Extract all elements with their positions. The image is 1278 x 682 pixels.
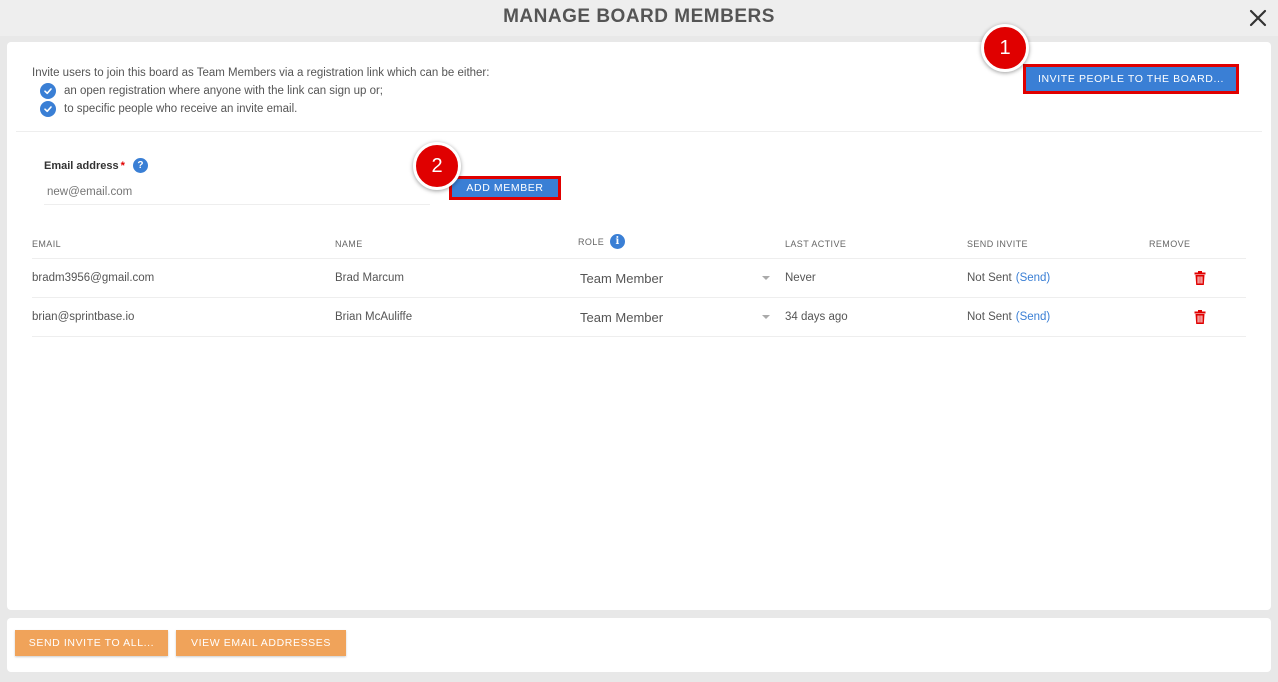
row-email: brian@sprintbase.io: [32, 311, 135, 323]
email-field[interactable]: [44, 180, 430, 205]
info-icon[interactable]: i: [610, 234, 626, 249]
invite-people-button[interactable]: INVITE PEOPLE TO THE BOARD...: [1023, 64, 1239, 94]
intro-section: Invite users to join this board as Team …: [32, 64, 489, 118]
chevron-down-icon: [762, 315, 770, 319]
step-marker-1: 1: [981, 24, 1029, 72]
row-send-invite: Not Sent (Send): [967, 311, 1050, 323]
trash-icon[interactable]: [1194, 310, 1206, 324]
intro-bullet: to specific people who receive an invite…: [40, 100, 489, 118]
section-divider: [16, 131, 1262, 132]
send-link[interactable]: (Send): [1016, 272, 1051, 284]
header-role-text: ROLE: [578, 236, 605, 247]
check-icon: [40, 83, 56, 99]
row-last-active: Never: [785, 272, 816, 284]
intro-bullet-text: to specific people who receive an invite…: [64, 103, 298, 115]
check-icon: [40, 101, 56, 117]
row-last-active: 34 days ago: [785, 311, 848, 323]
role-value: Team Member: [580, 309, 664, 325]
step-marker-2: 2: [413, 142, 461, 190]
email-field-label: Email address * ?: [44, 158, 148, 173]
header-send-invite: SEND INVITE: [967, 239, 1028, 249]
intro-bullet-text: an open registration where anyone with t…: [64, 85, 384, 97]
send-invite-to-all-button[interactable]: SEND INVITE TO ALL...: [15, 630, 168, 656]
row-name: Brad Marcum: [335, 272, 405, 284]
header-remove: REMOVE: [1149, 239, 1191, 249]
send-link[interactable]: (Send): [1016, 311, 1051, 323]
dialog-header: MANAGE BOARD MEMBERS: [0, 0, 1278, 36]
table-row: bradm3956@gmail.com Brad Marcum Team Mem…: [32, 259, 1246, 298]
dialog-title: MANAGE BOARD MEMBERS: [503, 6, 775, 27]
table-header: EMAIL NAME ROLE i LAST ACTIVE SEND INVIT…: [32, 230, 1246, 259]
header-name: NAME: [335, 239, 363, 249]
row-send-invite: Not Sent (Send): [967, 272, 1050, 284]
header-last-active: LAST ACTIVE: [785, 239, 847, 249]
main-panel: Invite users to join this board as Team …: [7, 24, 1271, 610]
header-role: ROLE i: [578, 234, 626, 249]
role-value: Team Member: [580, 270, 664, 286]
dialog-footer: SEND INVITE TO ALL... VIEW EMAIL ADDRESS…: [7, 618, 1271, 672]
view-email-addresses-button[interactable]: VIEW EMAIL ADDRESSES: [176, 630, 346, 656]
row-name: Brian McAuliffe: [335, 311, 413, 323]
trash-icon[interactable]: [1194, 271, 1206, 285]
help-icon[interactable]: ?: [132, 158, 148, 173]
header-email: EMAIL: [32, 239, 62, 249]
close-icon[interactable]: [1246, 6, 1270, 30]
chevron-down-icon: [762, 276, 770, 280]
email-label-text: Email address: [44, 159, 119, 172]
invite-status: Not Sent: [967, 311, 1012, 323]
row-email: bradm3956@gmail.com: [32, 272, 155, 284]
required-mark: *: [120, 159, 125, 172]
members-table: EMAIL NAME ROLE i LAST ACTIVE SEND INVIT…: [32, 230, 1246, 337]
table-row: brian@sprintbase.io Brian McAuliffe Team…: [32, 298, 1246, 337]
role-select[interactable]: Team Member: [580, 306, 772, 328]
invite-status: Not Sent: [967, 272, 1012, 284]
intro-text: Invite users to join this board as Team …: [32, 67, 490, 79]
add-member-button[interactable]: ADD MEMBER: [449, 176, 561, 200]
intro-bullet: an open registration where anyone with t…: [40, 82, 489, 100]
role-select[interactable]: Team Member: [580, 267, 772, 289]
